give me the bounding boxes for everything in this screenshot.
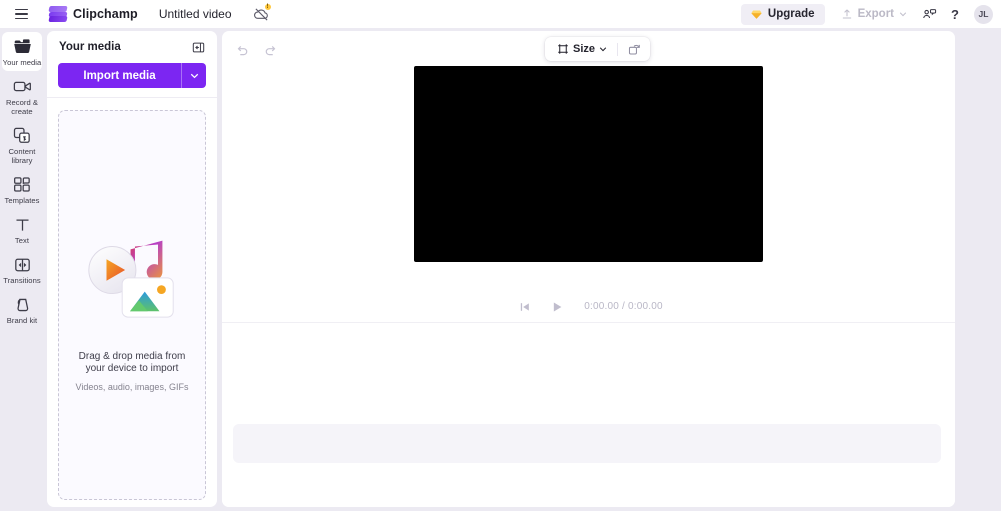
sidebar-label: Transitions: [3, 276, 41, 285]
menu-line: [14, 17, 28, 20]
sidebar-label: Content library: [8, 147, 36, 165]
export-label: Export: [857, 8, 894, 20]
media-types-illustration: [88, 240, 174, 318]
menu-line: [14, 13, 28, 15]
toolbar-divider: [617, 42, 619, 56]
top-bar: Clipchamp Untitled video ! Upgrade Expor…: [0, 0, 1001, 28]
sidebar-item-transitions[interactable]: Transitions: [2, 250, 42, 289]
rotate-media-icon: [628, 44, 640, 54]
transitions-icon: [14, 255, 31, 274]
left-sidebar: Your media Record & create Content libra…: [0, 28, 44, 511]
redo-button[interactable]: [259, 38, 282, 61]
help-icon[interactable]: ?: [943, 2, 967, 26]
menu-line: [14, 8, 28, 11]
panel-divider: [47, 97, 217, 98]
content-library-icon: [13, 126, 31, 145]
text-t-icon: [14, 215, 31, 234]
dropzone-headline: Drag & drop media from your device to im…: [78, 350, 186, 374]
size-button[interactable]: Size: [553, 40, 611, 59]
sidebar-item-templates[interactable]: Templates: [2, 170, 42, 209]
chevron-down-icon: [899, 12, 907, 17]
size-label: Size: [573, 43, 596, 55]
skip-to-start-button[interactable]: [514, 296, 535, 317]
sidebar-item-text[interactable]: Text: [2, 210, 42, 249]
upgrade-button[interactable]: Upgrade: [740, 3, 825, 25]
chevron-down-icon: [190, 73, 198, 79]
undo-redo-group: [230, 38, 282, 61]
clipchamp-brand[interactable]: Clipchamp: [48, 6, 138, 22]
your-media-panel: Your media Import media Drag & drop medi…: [47, 31, 217, 507]
sidebar-label: Record & create: [5, 98, 39, 116]
size-toolbar: Size: [545, 37, 651, 61]
rotate-media-button[interactable]: [624, 40, 644, 59]
video-preview-canvas[interactable]: [414, 66, 763, 262]
panel-title: Your media: [59, 41, 121, 53]
sidebar-label: Brand kit: [6, 316, 38, 325]
media-panel-header: Your media: [47, 31, 217, 63]
clipchamp-logo-icon: [48, 6, 68, 22]
time-display: 0:00.00 / 0:00.00: [584, 301, 663, 312]
brand-kit-icon: [14, 295, 31, 314]
top-bar-actions: Upgrade Export ? JL: [740, 2, 1001, 26]
help-label: ?: [951, 6, 959, 22]
timeline-area: [222, 323, 955, 507]
export-button[interactable]: Export: [833, 4, 915, 25]
dropzone-subtext: Videos, audio, images, GIFs: [75, 381, 189, 392]
brand-name: Clipchamp: [73, 7, 138, 21]
preview-area: Size: [222, 31, 955, 291]
play-button[interactable]: [546, 296, 567, 317]
collapse-panel-icon[interactable]: [189, 38, 207, 56]
skip-to-start-icon: [520, 302, 529, 311]
sync-warning-badge: !: [263, 3, 272, 11]
sidebar-item-your-media[interactable]: Your media: [2, 32, 42, 71]
undo-button[interactable]: [230, 38, 253, 61]
folder-media-icon: [13, 37, 32, 56]
sidebar-label: Templates: [4, 196, 40, 205]
clipchamp-editor-window: Clipchamp Untitled video ! Upgrade Expor…: [0, 0, 1001, 511]
sidebar-item-content-library[interactable]: Content library: [2, 121, 42, 169]
timeline-empty-track[interactable]: [233, 424, 941, 463]
import-media-dropdown-button[interactable]: [181, 63, 206, 88]
sidebar-item-record-create[interactable]: Record & create: [2, 72, 42, 120]
user-avatar[interactable]: JL: [974, 4, 993, 24]
playback-controls: 0:00.00 / 0:00.00: [222, 291, 955, 322]
editor-stage: Size 0:00.00 / 0:00.00: [222, 31, 955, 507]
import-media-button[interactable]: Import media: [58, 63, 181, 88]
sidebar-label: Your media: [2, 58, 42, 67]
video-camera-icon: [13, 77, 32, 96]
media-dropzone[interactable]: Drag & drop media from your device to im…: [58, 110, 206, 500]
hamburger-menu-icon[interactable]: [6, 0, 36, 28]
diamond-icon: [751, 10, 762, 19]
import-media-row: Import media: [47, 63, 217, 97]
chevron-down-icon: [599, 47, 607, 52]
play-icon: [553, 302, 562, 311]
sidebar-item-brand-kit[interactable]: Brand kit: [2, 290, 42, 329]
project-title-input[interactable]: Untitled video: [149, 4, 241, 24]
crop-frame-icon: [558, 44, 568, 54]
templates-grid-icon: [13, 175, 31, 194]
cloud-sync-off-icon[interactable]: !: [251, 3, 273, 25]
upgrade-label: Upgrade: [767, 8, 815, 20]
sidebar-label: Text: [14, 236, 30, 245]
collaborate-people-icon[interactable]: [917, 2, 941, 26]
upload-arrow-icon: [842, 9, 851, 19]
